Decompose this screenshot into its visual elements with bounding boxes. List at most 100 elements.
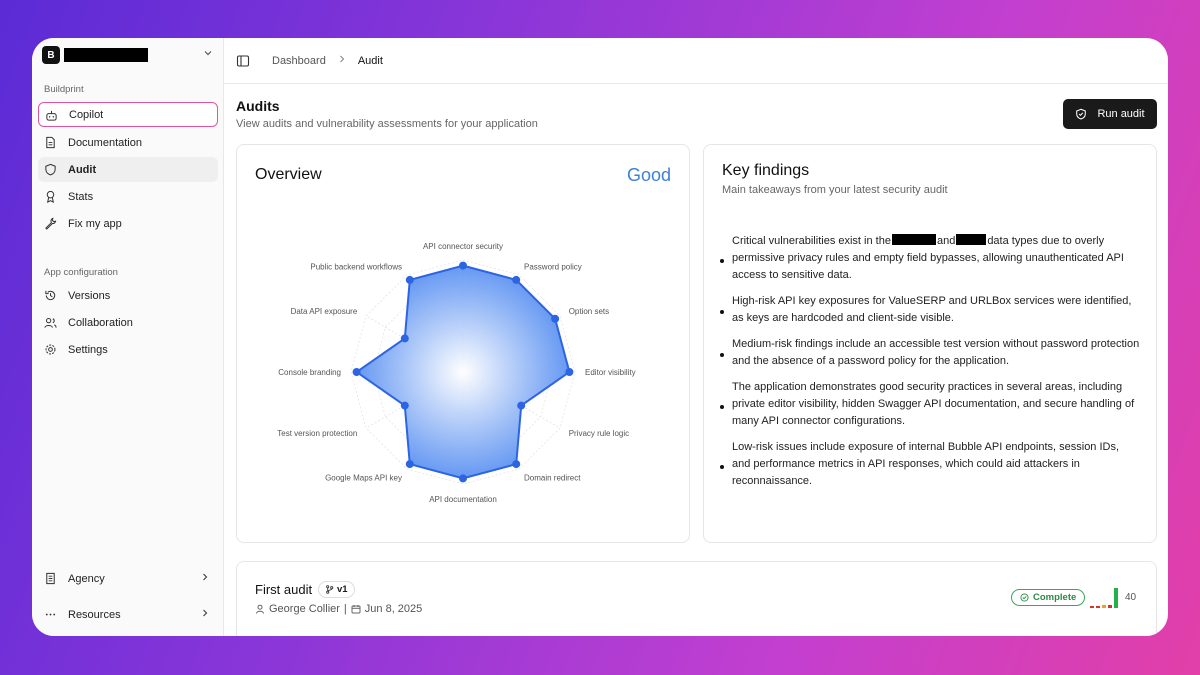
- main-content: Dashboard Audit Audits View audits and v…: [224, 38, 1168, 636]
- sidebar-item-resources[interactable]: Resources: [38, 602, 218, 627]
- radar-axis-label: Public backend workflows: [310, 262, 402, 271]
- score-bar: [1102, 605, 1106, 608]
- score-bar: [1096, 606, 1100, 608]
- audit-name: First audit: [255, 582, 313, 597]
- sidebar-item-label: Stats: [68, 190, 94, 203]
- radar-data-point: [459, 474, 467, 483]
- history-icon: [45, 290, 56, 301]
- finding-text: and: [936, 235, 956, 247]
- run-audit-button[interactable]: Run audit: [1063, 99, 1157, 129]
- version-label: v1: [337, 584, 348, 595]
- sidebar-item-label: Collaboration: [68, 316, 133, 329]
- radar-axis-label: Editor visibility: [585, 368, 636, 377]
- sidebar-item-fix-my-app[interactable]: Fix my app: [38, 211, 218, 236]
- sidebar-item-label: Agency: [68, 572, 105, 585]
- sidebar-item-documentation[interactable]: Documentation: [38, 130, 218, 155]
- section-label-buildprint: Buildprint: [44, 84, 84, 95]
- radar-data-point: [512, 275, 521, 284]
- sidebar-item-agency[interactable]: Agency: [38, 566, 218, 591]
- findings-list: Critical vulnerabilities exist in the and…: [720, 233, 1140, 499]
- key-findings-card: Key findings Main takeaways from your la…: [703, 144, 1157, 543]
- redacted-text: [956, 234, 987, 245]
- breadcrumb-dashboard[interactable]: Dashboard: [272, 55, 326, 67]
- shield-icon: [45, 163, 56, 176]
- calendar-icon: [351, 605, 361, 614]
- score-bars: [1090, 588, 1118, 608]
- sidebar: B Buildprint Copilot Documentation Audit…: [32, 38, 224, 636]
- audit-score: 40: [1125, 592, 1137, 603]
- radar-data-point: [400, 334, 409, 343]
- wrench-icon: [45, 217, 57, 230]
- shield-check-icon: [1076, 108, 1087, 120]
- sidebar-item-label: Fix my app: [68, 217, 122, 230]
- page-subtitle: View audits and vulnerability assessment…: [236, 118, 538, 130]
- app-window: B Buildprint Copilot Documentation Audit…: [32, 38, 1168, 636]
- audit-row[interactable]: First audit v1 George Collier | Jun 8, 2…: [236, 561, 1157, 636]
- page-title: Audits: [236, 98, 280, 114]
- finding-item: Medium-risk findings include an accessib…: [720, 336, 1140, 370]
- sidebar-item-audit[interactable]: Audit: [38, 157, 218, 182]
- chevron-down-icon: [203, 48, 213, 61]
- section-label-app-configuration: App configuration: [44, 267, 118, 278]
- radar-axis-label: Domain redirect: [524, 474, 581, 483]
- award-icon: [46, 190, 55, 203]
- key-findings-title: Key findings: [722, 162, 810, 179]
- status-label: Complete: [1033, 592, 1077, 603]
- audit-date: Jun 8, 2025: [364, 603, 423, 615]
- workspace-avatar: B: [42, 46, 60, 64]
- run-audit-label: Run audit: [1097, 108, 1145, 120]
- sidebar-item-label: Copilot: [69, 108, 104, 121]
- gear-icon: [45, 344, 56, 355]
- radar-axis-label: Test version protection: [277, 429, 357, 438]
- key-findings-subtitle: Main takeaways from your latest security…: [722, 184, 948, 196]
- radar-axis-label: Password policy: [524, 262, 582, 271]
- sidebar-toggle-icon[interactable]: [236, 54, 250, 68]
- chevron-right-icon: [338, 54, 346, 67]
- finding-item: High-risk API key exposures for ValueSER…: [720, 293, 1140, 327]
- audit-author: George Collier: [269, 603, 340, 615]
- sidebar-item-label: Documentation: [68, 136, 142, 149]
- more-icon: [45, 613, 56, 616]
- document-icon: [46, 136, 55, 149]
- finding-item: Critical vulnerabilities exist in the and…: [720, 233, 1140, 284]
- building-icon: [46, 572, 55, 585]
- radar-axis-label: API documentation: [429, 495, 497, 504]
- status-badge: Complete: [1011, 589, 1086, 606]
- meta-separator: |: [343, 603, 347, 615]
- radar-data-point: [565, 368, 574, 376]
- check-circle-icon: [1020, 593, 1029, 602]
- sidebar-item-label: Audit: [68, 163, 97, 176]
- breadcrumb-audit: Audit: [357, 54, 383, 67]
- radar-axis-label: API connector security: [423, 242, 503, 251]
- sidebar-item-stats[interactable]: Stats: [38, 184, 218, 209]
- workspace-name-redacted: [64, 48, 148, 62]
- robot-icon: [46, 110, 57, 121]
- git-branch-icon: [326, 585, 334, 594]
- sidebar-item-settings[interactable]: Settings: [38, 337, 218, 362]
- finding-text: Critical vulnerabilities exist in the: [732, 235, 891, 247]
- score-bar: [1090, 606, 1094, 608]
- radar-chart: API connector security Password policy Opt…: [277, 242, 636, 504]
- radar-series-area: [354, 264, 571, 480]
- sidebar-item-label: Resources: [68, 608, 121, 621]
- radar-data-point: [352, 368, 361, 376]
- overview-card: Overview Good API connector security Pass…: [236, 144, 690, 543]
- sidebar-item-copilot[interactable]: Copilot: [38, 102, 218, 127]
- radar-axis-label: Privacy rule logic: [569, 429, 629, 438]
- workspace-switcher[interactable]: B: [42, 45, 217, 65]
- radar-axis-label: Console branding: [278, 368, 341, 377]
- radar-data-point: [459, 261, 467, 270]
- sidebar-item-collaboration[interactable]: Collaboration: [38, 310, 218, 335]
- users-icon: [44, 317, 57, 328]
- audit-meta: George Collier | Jun 8, 2025: [255, 603, 422, 615]
- version-badge: v1: [318, 581, 355, 598]
- radar-data-point: [405, 275, 414, 284]
- finding-item: Low-risk issues include exposure of inte…: [720, 439, 1140, 490]
- radar-data-point: [512, 460, 521, 469]
- sidebar-item-versions[interactable]: Versions: [38, 283, 218, 308]
- score-bar: [1114, 588, 1118, 608]
- radar-axis-label: Data API exposure: [291, 307, 358, 316]
- sidebar-item-label: Settings: [68, 343, 108, 356]
- redacted-text: [891, 234, 936, 245]
- topbar: Dashboard Audit: [224, 38, 1168, 84]
